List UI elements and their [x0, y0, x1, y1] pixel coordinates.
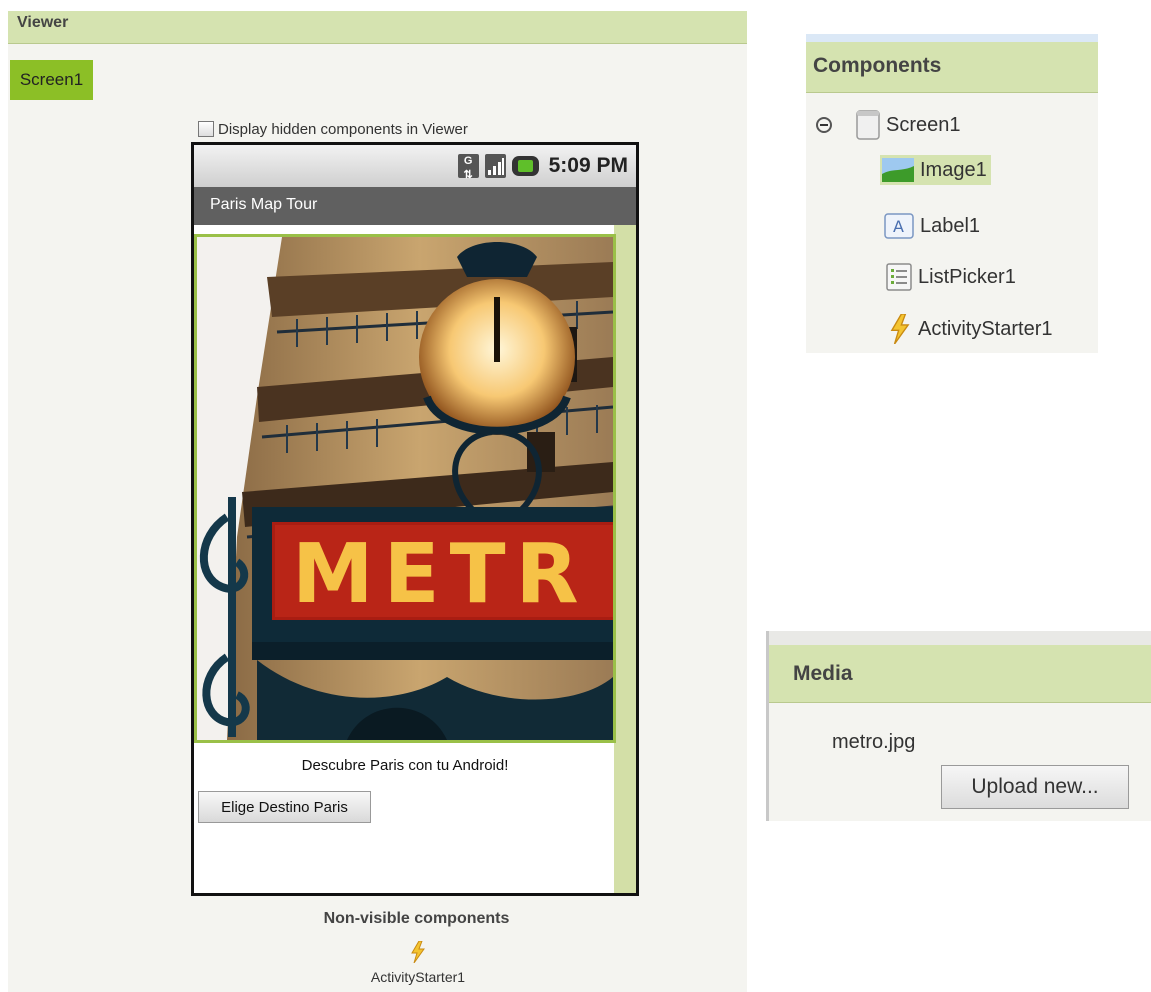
listpicker1-button[interactable]: Elige Destino Paris	[198, 791, 371, 823]
viewer-title: Viewer	[17, 14, 69, 31]
tree-item-label: ListPicker1	[918, 265, 1016, 288]
lightning-icon	[411, 941, 425, 963]
components-panel: Components Screen1 Image1 A Label1 ListP…	[806, 34, 1098, 353]
media-header: Media	[769, 645, 1151, 703]
viewer-header: Viewer	[8, 11, 747, 44]
tree-item-listpicker1[interactable]: ListPicker1	[886, 263, 1016, 291]
svg-text:A: A	[893, 217, 904, 236]
metro-sign-text: METR	[292, 527, 589, 622]
tree-item-activitystarter1[interactable]: ActivityStarter1	[888, 314, 1052, 344]
display-hidden-label: Display hidden components in Viewer	[218, 120, 468, 138]
app-title-bar: Paris Map Tour	[194, 187, 636, 225]
label1-component: Descubre Paris con tu Android!	[301, 757, 509, 774]
components-title: Components	[813, 54, 942, 77]
tree-item-label: Label1	[920, 214, 981, 237]
image-icon	[882, 158, 914, 182]
listpicker-icon	[886, 263, 912, 291]
tree-item-label: ActivityStarter1	[918, 317, 1053, 340]
gprs-icon: G ⇅	[457, 154, 479, 181]
viewer-panel: Viewer Screen1 Display hidden components…	[8, 11, 747, 992]
collapse-toggle-icon[interactable]	[816, 117, 832, 133]
status-time: 5:09 PM	[548, 154, 628, 177]
battery-icon	[511, 156, 539, 176]
tree-item-image1[interactable]: Image1	[880, 155, 991, 185]
media-title: Media	[793, 662, 853, 685]
label-icon: A	[884, 213, 914, 239]
media-file-item[interactable]: metro.jpg	[832, 731, 915, 754]
metro-sign-image: METR	[197, 237, 613, 740]
display-hidden-checkbox[interactable]	[198, 121, 214, 137]
tree-item-screen1[interactable]: Screen1	[856, 110, 961, 140]
lightning-icon	[890, 314, 910, 344]
tree-item-label1[interactable]: A Label1	[884, 213, 980, 239]
phone-status-bar: G ⇅ 5:09 PM	[194, 145, 636, 187]
components-header: Components	[806, 42, 1098, 93]
tree-item-label: Image1	[920, 158, 987, 181]
nonvisible-activitystarter[interactable]: ActivityStarter1	[353, 941, 483, 985]
signal-icon	[484, 154, 506, 178]
screen-icon	[856, 110, 880, 140]
screen1-tab[interactable]: Screen1	[10, 60, 93, 100]
tree-item-label: Screen1	[886, 113, 961, 136]
media-top-border	[769, 631, 1151, 645]
phone-scroll-strip	[614, 225, 636, 893]
phone-preview: G ⇅ 5:09 PM Paris Map Tour METR Descubre…	[191, 142, 639, 896]
app-title: Paris Map Tour	[210, 196, 318, 213]
display-hidden-toggle[interactable]: Display hidden components in Viewer	[198, 119, 468, 139]
media-panel: Media metro.jpg Upload new...	[766, 631, 1151, 821]
nonvisible-components-title: Non-visible components	[323, 910, 510, 927]
image1-component[interactable]: METR	[194, 234, 616, 743]
upload-new-button[interactable]: Upload new...	[941, 765, 1129, 809]
components-top-border	[806, 34, 1098, 42]
nonvisible-item-label: ActivityStarter1	[370, 969, 466, 985]
phone-body: METR Descubre Paris con tu Android! Elig…	[194, 225, 636, 893]
